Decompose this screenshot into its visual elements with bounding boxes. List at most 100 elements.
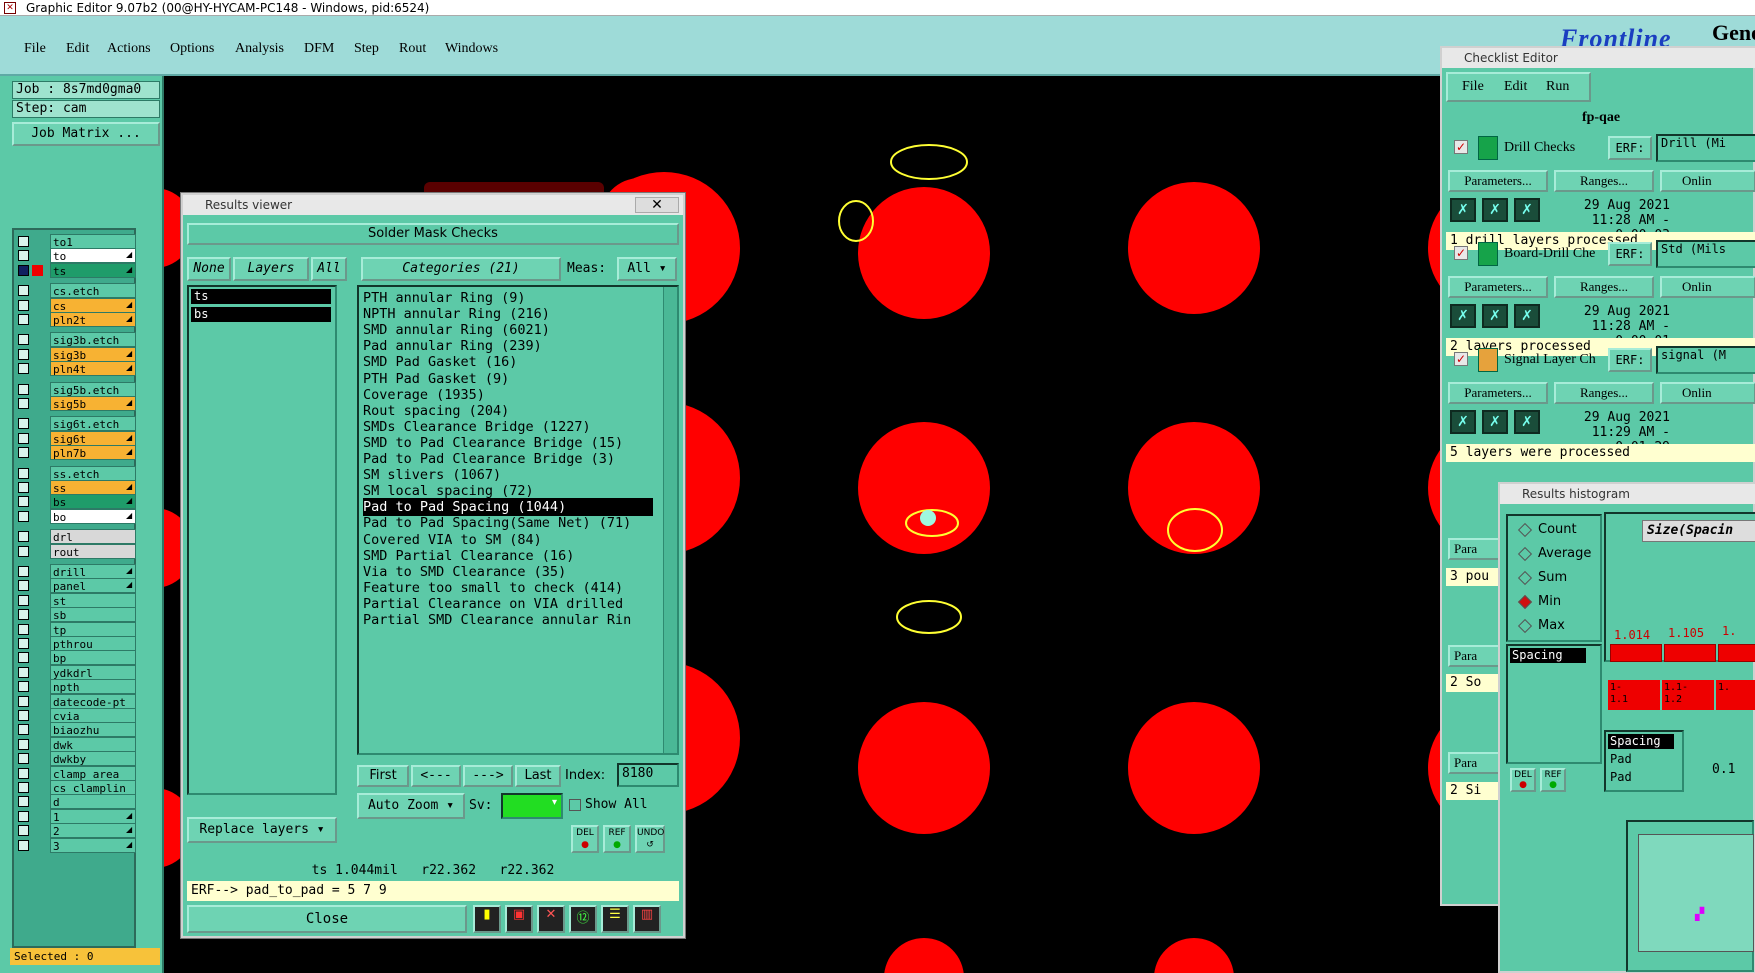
category-item[interactable]: Partial SMD Clearance annular Rin — [363, 611, 653, 629]
erf-value[interactable]: Std (Mils — [1656, 240, 1755, 268]
layer-checkbox[interactable] — [18, 482, 29, 493]
none-button[interactable]: None — [187, 257, 231, 281]
first-button[interactable]: First — [357, 765, 409, 787]
layer-name[interactable]: bs — [50, 494, 136, 510]
measure-list[interactable]: Spacing — [1506, 644, 1602, 764]
parameters-button[interactable]: Parameters... — [1448, 170, 1548, 192]
layer-row-sb[interactable]: sb — [16, 607, 136, 623]
layer-row-to1[interactable]: to1 — [16, 234, 136, 249]
layer-name[interactable]: to1 — [50, 234, 136, 249]
list-item[interactable]: ts — [191, 289, 331, 304]
layer-name[interactable]: panel — [50, 578, 136, 594]
undo-button[interactable]: UNDO ↺ — [635, 825, 665, 853]
check-name[interactable]: Board-Drill Che — [1504, 246, 1595, 262]
layer-checkbox[interactable] — [18, 810, 29, 822]
check-enabled-checkbox[interactable]: ✓ — [1454, 140, 1468, 154]
layer-row-1[interactable]: 1 ◢ — [16, 808, 136, 824]
layer-checkbox[interactable] — [18, 236, 29, 247]
option-sum[interactable]: Sum — [1517, 570, 1567, 585]
category-list[interactable]: PTH annular Ring (9) NPTH annular Ring (2… — [357, 285, 679, 755]
all-button[interactable]: All — [311, 257, 347, 281]
check-enabled-checkbox[interactable]: ✓ — [1454, 352, 1468, 366]
layer-row-st[interactable]: st — [16, 592, 136, 608]
list-item[interactable]: bs — [191, 307, 331, 322]
layer-checkbox[interactable] — [18, 285, 29, 297]
layer-name[interactable]: sb — [50, 607, 136, 623]
run-action-icon[interactable]: ✗ — [1514, 410, 1540, 434]
check-name[interactable]: Signal Layer Ch — [1504, 352, 1596, 368]
menu-dfm[interactable]: DFM — [304, 41, 334, 57]
ce-menu-edit[interactable]: Edit — [1504, 79, 1527, 95]
layer-row-ts[interactable]: ts ◢ — [16, 262, 136, 278]
layer-checkbox[interactable] — [18, 666, 29, 678]
layer-checkbox[interactable] — [18, 796, 29, 808]
layer-checkbox[interactable] — [18, 334, 29, 346]
last-button[interactable]: Last — [515, 765, 561, 787]
layer-name[interactable]: pthrou — [50, 636, 136, 651]
layer-checkbox[interactable] — [18, 348, 29, 360]
option-min[interactable]: Min — [1517, 594, 1561, 609]
range-label[interactable]: 1. — [1716, 680, 1755, 710]
layer-name[interactable]: dwkby — [50, 751, 136, 767]
check-enabled-checkbox[interactable]: ✓ — [1454, 246, 1468, 260]
layers-button[interactable]: Layers — [233, 257, 309, 281]
layer-name[interactable]: sig5b.etch — [50, 381, 136, 397]
layer-checkbox[interactable] — [18, 447, 29, 459]
layer-checkbox[interactable] — [18, 531, 29, 543]
layer-name[interactable]: clamp_area — [50, 765, 136, 781]
online-button[interactable]: Onlin — [1660, 170, 1755, 192]
layer-row-d[interactable]: d — [16, 794, 136, 810]
menu-edit[interactable]: Edit — [66, 41, 89, 57]
layer-checkbox[interactable] — [18, 398, 29, 409]
layer-row-bo[interactable]: bo ◢ — [16, 508, 136, 524]
layer-row-dwk[interactable]: dwk — [16, 736, 136, 752]
layer-name[interactable]: ss.etch — [50, 465, 136, 481]
range-label[interactable]: 1- 1.1 — [1608, 680, 1660, 710]
del-button[interactable]: DEL ● — [571, 825, 599, 853]
layer-checkbox[interactable] — [18, 363, 29, 375]
show-all-checkbox[interactable] — [569, 799, 581, 811]
menu-step[interactable]: Step — [354, 41, 379, 57]
run-action-icon[interactable]: ✗ — [1482, 198, 1508, 222]
layer-row-sig5b.etch[interactable]: sig5b.etch — [16, 381, 136, 397]
layer-row-panel[interactable]: panel ◢ — [16, 578, 136, 594]
run-action-icon[interactable]: ✗ — [1482, 410, 1508, 434]
option-count[interactable]: Count — [1517, 522, 1577, 537]
layer-checkbox[interactable] — [18, 839, 29, 851]
layer-row-sig6t.etch[interactable]: sig6t.etch — [16, 416, 136, 432]
layer-name[interactable]: cs.etch — [50, 283, 136, 299]
list-item[interactable]: Pad — [1608, 752, 1632, 767]
layer-row-drl[interactable]: drl — [16, 529, 136, 545]
next-button[interactable]: ---> — [463, 765, 513, 787]
layer-row-sig5b[interactable]: sig5b ◢ — [16, 396, 136, 411]
layer-row-cs[interactable]: cs ◢ — [16, 297, 136, 313]
layer-name[interactable]: d — [50, 794, 136, 810]
layer-row-3[interactable]: 3 ◢ — [16, 837, 136, 853]
layer-name[interactable]: rout — [50, 543, 136, 559]
layer-name[interactable]: npth — [50, 679, 136, 695]
layer-row-cs_clamplin[interactable]: cs_clamplin — [16, 780, 136, 795]
layer-name[interactable]: sig6t.etch — [50, 416, 136, 432]
run-action-icon[interactable]: ✗ — [1450, 304, 1476, 328]
menu-options[interactable]: Options — [170, 41, 214, 57]
layer-name[interactable]: dwk — [50, 736, 136, 752]
erf-button[interactable]: ERF: — [1608, 348, 1652, 372]
categories-button[interactable]: Categories (21) — [361, 257, 561, 281]
close-button[interactable]: Close — [187, 905, 467, 933]
layer-checkbox[interactable] — [18, 594, 29, 606]
list-item[interactable]: Spacing — [1510, 648, 1586, 663]
layer-name[interactable]: 1 — [50, 808, 136, 824]
layer-row-datecode-pt[interactable]: datecode-pt — [16, 693, 136, 709]
layer-row-sig3b.etch[interactable]: sig3b.etch — [16, 332, 136, 348]
run-action-icon[interactable]: ✗ — [1514, 304, 1540, 328]
layer-checkbox[interactable] — [18, 825, 29, 837]
layer-checkbox[interactable] — [18, 418, 29, 430]
screen-icon[interactable]: ▣ — [505, 905, 533, 933]
note-icon[interactable]: ☰ — [601, 905, 629, 933]
layer-name[interactable]: to — [50, 248, 136, 264]
histogram-bar[interactable] — [1718, 644, 1755, 662]
option-average[interactable]: Average — [1517, 546, 1591, 561]
layer-result-list[interactable]: ts bs — [187, 285, 337, 795]
parameters-button[interactable]: Parameters... — [1448, 382, 1548, 404]
histogram-bar[interactable] — [1664, 644, 1716, 662]
